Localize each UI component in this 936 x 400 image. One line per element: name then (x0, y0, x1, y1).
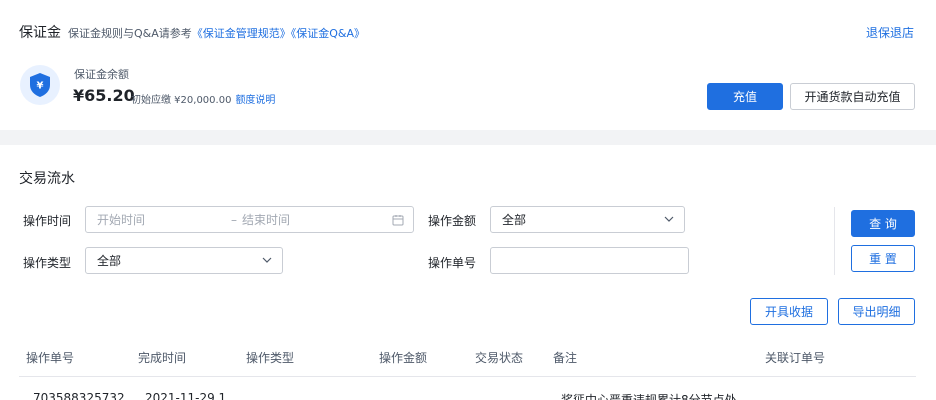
quota-info-link[interactable]: 额度说明 (235, 95, 275, 106)
transactions-card: 交易流水 操作时间 开始时间 – 结束时间 操作金额 全部 操作类型 全部 操作… (0, 145, 936, 400)
col-complete-time: 完成时间 (138, 351, 187, 365)
deposit-rules-link[interactable]: 《保证金管理规范》 (192, 27, 291, 40)
date-range-picker[interactable]: 开始时间 – 结束时间 (85, 206, 414, 233)
col-related-order: 关联订单号 (765, 351, 826, 365)
calendar-icon (392, 215, 404, 226)
end-time-input[interactable]: 结束时间 (242, 211, 290, 228)
exit-store-link[interactable]: 退保退店 (866, 24, 914, 41)
initial-deposit-text: 初始应缴 ¥20,000.00 (131, 95, 232, 106)
type-select[interactable]: 全部 (85, 247, 283, 274)
order-label: 操作单号 (428, 256, 477, 270)
initial-deposit: 初始应缴 ¥20,000.00 额度说明 (131, 91, 275, 106)
rules-prefix: 保证金规则与Q&A请参考 (68, 27, 192, 40)
query-button[interactable]: 查 询 (851, 210, 915, 237)
shield-icon: ¥ (30, 73, 50, 97)
page-title: 保证金 (19, 25, 61, 41)
row-complete-time: 2021-11-29 1 (145, 391, 227, 400)
export-details-button[interactable]: 导出明细 (838, 298, 915, 325)
time-label: 操作时间 (23, 214, 72, 228)
row-order-no: 703588325732 (33, 391, 125, 400)
col-order-no: 操作单号 (26, 351, 75, 365)
filter-divider (834, 207, 835, 275)
recharge-button[interactable]: 充值 (707, 83, 783, 110)
deposit-qa-link[interactable]: 《保证金Q&A》 (291, 27, 365, 40)
section-title: 交易流水 (19, 171, 75, 187)
balance-amount: ¥65.20 (73, 86, 135, 105)
col-operation-type: 操作类型 (246, 351, 295, 365)
deposit-card: 保证金 保证金规则与Q&A请参考《保证金管理规范》《保证金Q&A》 退保退店 ¥… (0, 0, 936, 130)
start-time-input[interactable]: 开始时间 (97, 211, 145, 228)
col-operation-amount: 操作金额 (379, 351, 428, 365)
auto-recharge-button[interactable]: 开通货款自动充值 (790, 83, 915, 110)
order-input[interactable] (490, 247, 689, 274)
rules-note: 保证金规则与Q&A请参考《保证金管理规范》《保证金Q&A》 (68, 25, 365, 41)
type-label: 操作类型 (23, 256, 72, 270)
type-select-value: 全部 (97, 254, 122, 268)
amount-label: 操作金额 (428, 214, 477, 228)
chevron-down-icon (664, 216, 674, 222)
reset-button[interactable]: 重 置 (851, 245, 915, 272)
deposit-avatar: ¥ (20, 65, 60, 105)
row-remark: 奖惩中心严重违规累计8分节点处 (561, 393, 737, 400)
col-remark: 备注 (553, 351, 578, 365)
yen-symbol: ¥ (37, 81, 44, 92)
issue-receipt-button[interactable]: 开具收据 (750, 298, 828, 325)
chevron-down-icon (262, 257, 272, 263)
amount-select[interactable]: 全部 (490, 206, 685, 233)
col-trade-status: 交易状态 (475, 351, 524, 365)
range-separator: – (231, 212, 237, 227)
amount-select-value: 全部 (502, 213, 527, 227)
balance-label: 保证金余额 (74, 68, 129, 81)
table-header-divider (19, 376, 916, 377)
